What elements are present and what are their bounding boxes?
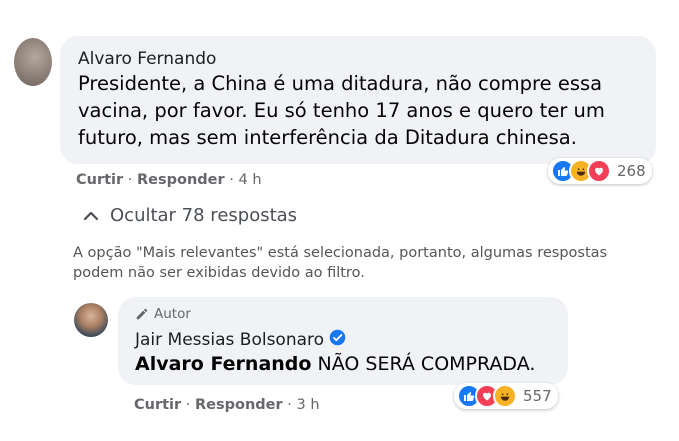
filter-notice-line: A opção "Mais relevantes" está seleciona… (73, 245, 608, 261)
comment-author[interactable]: Alvaro Fernando (78, 49, 216, 69)
filter-notice: A opção "Mais relevantes" está seleciona… (73, 243, 673, 283)
comment-reactions[interactable]: 268 (548, 158, 652, 184)
reaction-count: 557 (523, 387, 552, 405)
reply-reactions[interactable]: 557 (454, 383, 558, 409)
comment-text-line: Presidente, a China é uma ditadura, não … (78, 72, 603, 95)
reply-mention[interactable]: Alvaro Fernando (135, 353, 311, 375)
reply-text: Alvaro Fernando NÃO SERÁ COMPRADA. (135, 353, 535, 375)
author-badge-label: Autor (154, 306, 191, 322)
commenter-avatar[interactable] (14, 38, 52, 86)
reply-bubble: Autor Jair Messias Bolsonaro Alvaro Fern… (118, 297, 568, 385)
verified-badge-icon (329, 329, 346, 350)
author-badge: Autor (135, 306, 191, 322)
reaction-count: 268 (617, 162, 646, 180)
reply-author-avatar[interactable] (74, 303, 108, 337)
comment-bubble: Alvaro Fernando Presidente, a China é um… (60, 36, 656, 164)
filter-notice-line: podem não ser exibidas devido ao filtro. (73, 265, 365, 281)
hide-replies-toggle[interactable]: Ocultar 78 respostas (84, 205, 297, 226)
hide-replies-label: Ocultar 78 respostas (110, 205, 298, 226)
comment-time[interactable]: 4 h (239, 172, 262, 188)
chevron-up-icon (84, 211, 98, 221)
haha-icon (493, 384, 517, 408)
reply-actions: Curtir · Responder · 3 h (134, 397, 320, 413)
separator: · (185, 397, 191, 413)
reply-author[interactable]: Jair Messias Bolsonaro (135, 330, 324, 350)
comment-text-line: futuro, mas sem interferência da Ditadur… (78, 126, 577, 149)
reply-body: NÃO SERÁ COMPRADA. (317, 353, 536, 375)
love-icon (587, 159, 611, 183)
separator: · (229, 172, 234, 188)
separator: · (127, 172, 133, 188)
separator: · (287, 397, 292, 413)
comment-text: Presidente, a China é uma ditadura, não … (78, 70, 605, 151)
like-link[interactable]: Curtir (76, 172, 123, 188)
reply-author-row: Jair Messias Bolsonaro (135, 329, 346, 350)
comment-text-line: vacina, por favor. Eu só tenho 17 anos e… (78, 99, 605, 122)
reply-time[interactable]: 3 h (297, 397, 320, 413)
reply-link[interactable]: Responder (195, 397, 283, 413)
reply-link[interactable]: Responder (137, 172, 225, 188)
comment-actions: Curtir · Responder · 4 h (76, 172, 262, 188)
pencil-icon (135, 307, 149, 321)
like-link[interactable]: Curtir (134, 397, 181, 413)
